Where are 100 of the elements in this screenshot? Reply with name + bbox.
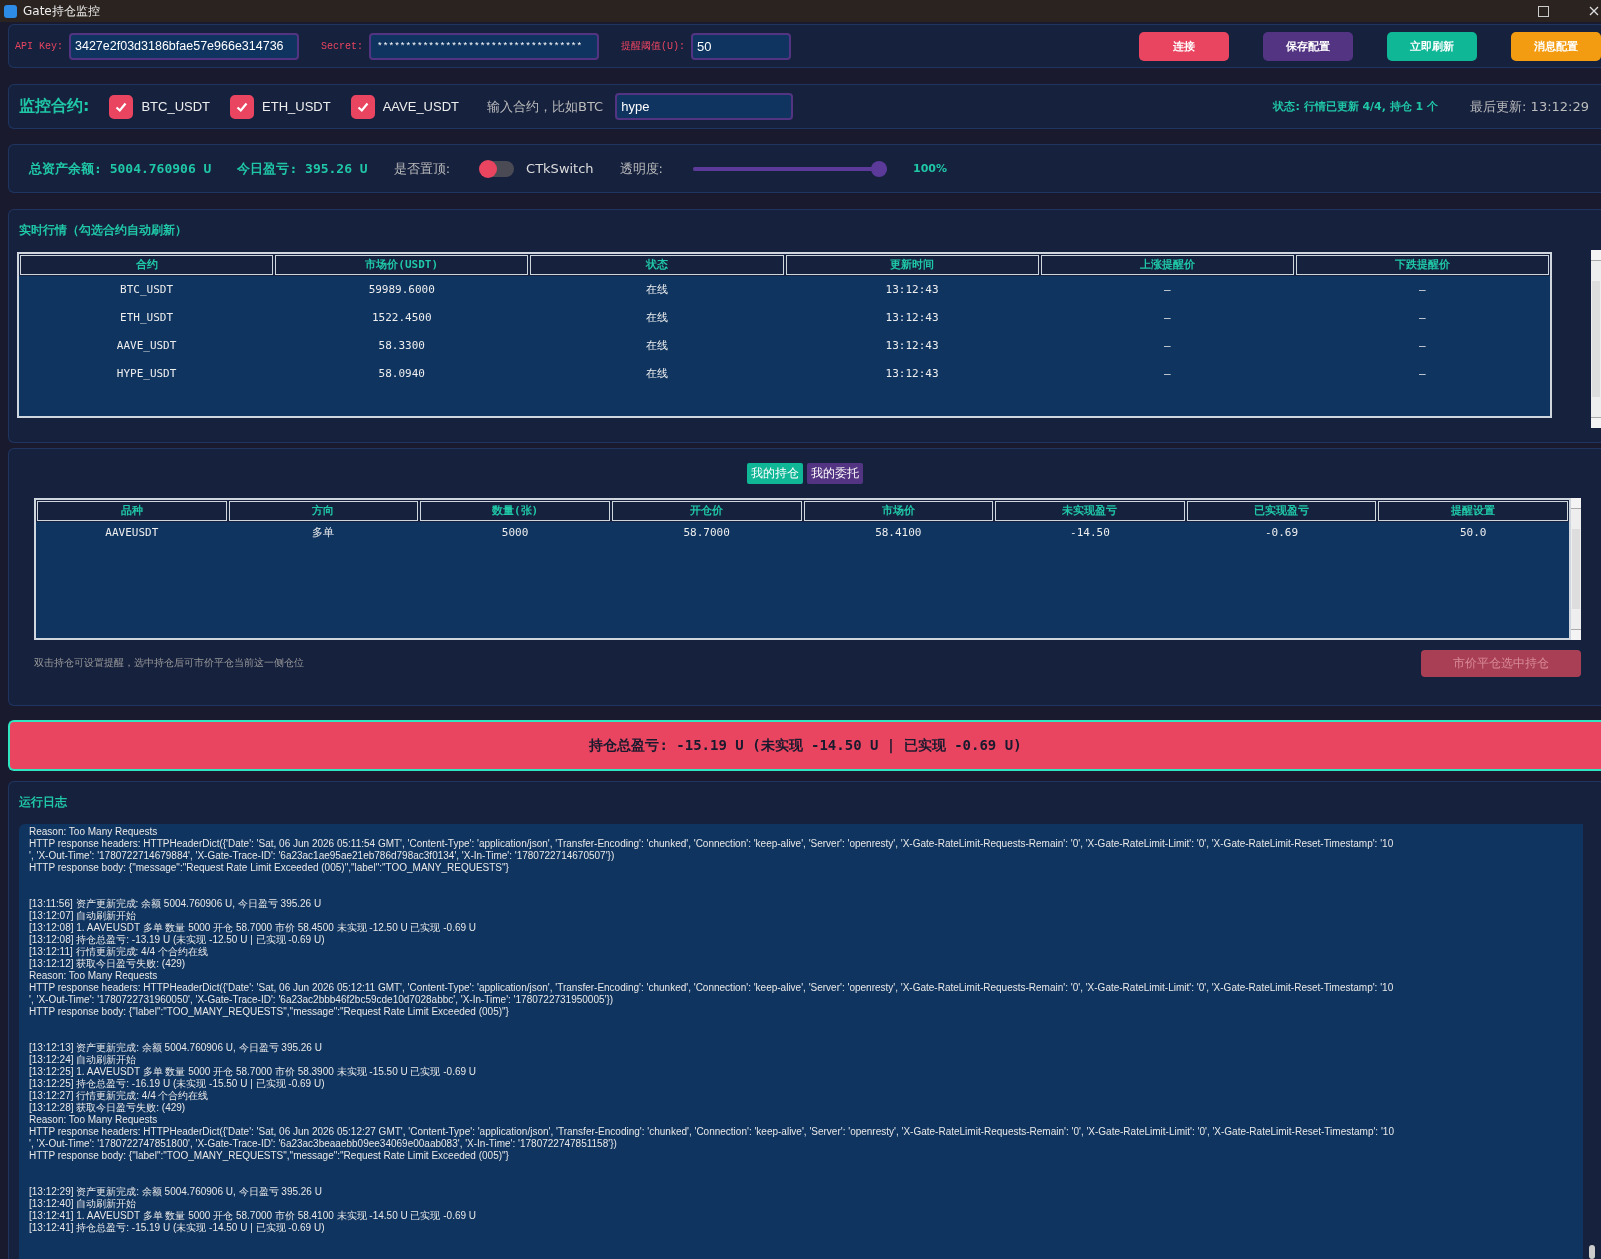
table-cell-text: AAVE_USDT bbox=[115, 338, 178, 354]
table-cell-text: 58.7000 bbox=[682, 525, 731, 541]
table-cell-text: ETH_USDT bbox=[119, 310, 175, 326]
log-line: [13:12:29] 资产更新完成: 余额 5004.760906 U, 今日盈亏 395.26 U bbox=[29, 1186, 323, 1198]
table-cell-text: 13:12:43 bbox=[884, 366, 940, 382]
status-text: 状态: 行情已更新 4/4, 持仓 1 个 bbox=[1273, 99, 1439, 114]
log-line: [13:12:11] 行情更新完成: 4/4 个合约在线 bbox=[29, 946, 209, 958]
table-cell-text: -0.69 bbox=[1264, 525, 1300, 541]
table-cell-text: BTC_USDT bbox=[119, 282, 175, 298]
log-line: [13:12:08] 持仓总盈亏: -13.19 U (未实现 -12.50 U | 已实现 -0.69 U) bbox=[29, 934, 326, 946]
table-cell-text: — bbox=[1418, 366, 1427, 382]
column-header[interactable]: 更新时间 bbox=[785, 255, 1039, 275]
last-update-text: 最后更新: 13:12:29 bbox=[1470, 97, 1589, 116]
log-line: Reason: Too Many Requests bbox=[29, 826, 159, 838]
checkbox[interactable] bbox=[230, 94, 255, 119]
table-cell-text: 5000 bbox=[500, 525, 530, 541]
table-cell-text: — bbox=[1162, 366, 1172, 382]
input-field[interactable]: 50 bbox=[691, 32, 792, 60]
log-line: ', 'X-Out-Time': '1780722731960050', 'X-Gate-Trace-ID': '6a23ac2bbb46f2bc59cde10d7028abbc', 'X-In-Time': '1780722731950005'}) bbox=[29, 994, 615, 1006]
log-line: HTTP response headers: HTTPHeaderDict({'Date': 'Sat, 06 Jun 2026 05:11:54 GMT', 'Content-Type': 'application/json', 'Transfer-Encoding': 'chunked', 'Connection': 'keep-alive', 'Server': 'openresty', 'X-Gate-RateLimit-Requests-Remain': '0', 'X-Gate-RateLimit-Limit': '0', 'X-Gate-RateLimit-Reset-Timestamp': '10 bbox=[29, 838, 1395, 850]
log-line: [13:12:25] 持仓总盈亏: -16.19 U (未实现 -15.50 U | 已实现 -0.69 U) bbox=[29, 1078, 326, 1090]
secret-field[interactable]: ************************************ bbox=[369, 32, 600, 60]
table-cell-text: AAVEUSDT bbox=[104, 525, 160, 541]
table-cell-text: HYPE_USDT bbox=[115, 366, 178, 382]
column-header[interactable]: 下跌提醒价 bbox=[1295, 255, 1549, 275]
table-cell-text: 在线 bbox=[644, 282, 669, 298]
scrollbar-thumb[interactable] bbox=[1589, 1245, 1595, 1259]
log-line: HTTP response headers: HTTPHeaderDict({'Date': 'Sat, 06 Jun 2026 05:12:27 GMT', 'Content-Type': 'application/json', 'Transfer-Encoding': 'chunked', 'Connection': 'keep-alive', 'Server': 'openresty', 'X-Gate-RateLimit-Requests-Remain': '0', 'X-Gate-RateLimit-Limit': '0', 'X-Gate-RateLimit-Reset-Timestamp': '10 bbox=[29, 1126, 1395, 1138]
field-label: API Key: bbox=[15, 40, 63, 52]
column-header[interactable]: 开仓价 bbox=[611, 501, 802, 521]
app-icon bbox=[4, 4, 17, 18]
column-header[interactable]: 方向 bbox=[228, 501, 419, 521]
slider[interactable] bbox=[693, 160, 887, 177]
column-header[interactable]: 提醒设置 bbox=[1378, 501, 1568, 521]
table-cell-text: — bbox=[1162, 338, 1172, 354]
action-button[interactable]: 保存配置 bbox=[1263, 31, 1353, 61]
table-cell-text: — bbox=[1162, 310, 1172, 326]
pin-label: 是否置顶: bbox=[393, 159, 451, 178]
log-line: [13:12:41] 1. AAVEUSDT 多单 数量 5000 开仓 58.7000 市价 58.4100 未实现 -14.50 U 已实现 -0.69 U bbox=[29, 1210, 478, 1222]
table-cell-text: — bbox=[1418, 338, 1427, 354]
log-line: ', 'X-Out-Time': '1780722714679884', 'X-Gate-Trace-ID': '6a23ac1ae95ae21eb786d798ac3f0134', 'X-In-Time': '1780722714670507'}) bbox=[29, 850, 616, 862]
table-cell-text: 1522.4500 bbox=[370, 310, 433, 326]
table-cell-text: 在线 bbox=[644, 310, 669, 326]
log-line: HTTP response headers: HTTPHeaderDict({'Date': 'Sat, 06 Jun 2026 05:12:11 GMT', 'Content-Type': 'application/json', 'Transfer-Encoding': 'chunked', 'Connection': 'keep-alive', 'Server': 'openresty', 'X-Gate-RateLimit-Requests-Remain': '0', 'X-Gate-RateLimit-Limit': '0', 'X-Gate-RateLimit-Reset-Timestamp': '10 bbox=[29, 982, 1395, 994]
log-line: [13:12:27] 行情更新完成: 4/4 个合约在线 bbox=[29, 1090, 210, 1102]
column-header[interactable]: 未实现盈亏 bbox=[995, 501, 1185, 521]
table-cell-text: 13:12:43 bbox=[884, 310, 940, 326]
scrollbar[interactable] bbox=[1591, 250, 1601, 428]
switch-label: CTkSwitch bbox=[526, 161, 594, 176]
total-pnl-banner: 持仓总盈亏: -15.19 U (未实现 -14.50 U | 已实现 -0.69 U) bbox=[8, 720, 1601, 771]
column-header[interactable]: 市场价(USDT) bbox=[275, 255, 529, 275]
field-label: Secret: bbox=[321, 40, 364, 52]
column-header[interactable]: 合约 bbox=[20, 255, 274, 275]
checkbox-label: BTC_USDT bbox=[141, 99, 211, 114]
opacity-label: 透明度: bbox=[619, 159, 663, 178]
table-cell-text: 50.0 bbox=[1458, 525, 1488, 541]
table-cell-text: 在线 bbox=[644, 338, 669, 354]
log-line: Reason: Too Many Requests bbox=[29, 1114, 159, 1126]
table-cell-text: 58.3300 bbox=[377, 338, 426, 354]
scrollbar[interactable] bbox=[1571, 498, 1581, 640]
section-title: 实时行情（勾选合约自动刷新） bbox=[18, 222, 188, 238]
tab[interactable]: 我的委托 bbox=[807, 463, 863, 484]
log-line: ', 'X-Out-Time': '1780722747851800', 'X-Gate-Trace-ID': '6a23ac3beaaebb09ee34069e00aab083', 'X-In-Time': '1780722747851158'}) bbox=[29, 1138, 618, 1150]
toggle-switch[interactable] bbox=[480, 160, 515, 177]
log-line: [13:12:07] 自动刷新开始 bbox=[29, 910, 138, 922]
input-label: 输入合约，比如BTC bbox=[487, 97, 604, 116]
log-line: HTTP response body: {"message":"Request Rate Limit Exceeded (005)","label":"TOO_MANY_REQUESTS"} bbox=[29, 862, 510, 874]
log-line: [13:12:40] 自动刷新开始 bbox=[29, 1198, 138, 1210]
field-label: 提醒阈值(U): bbox=[621, 40, 686, 53]
table-cell-text: 13:12:43 bbox=[884, 282, 940, 298]
table-cell-text: — bbox=[1418, 310, 1427, 326]
balance-text: 总资产余额: 5004.760906 U bbox=[29, 159, 212, 178]
contract-input[interactable]: hype bbox=[615, 93, 794, 120]
pnl-text: 今日盈亏: 395.26 U bbox=[237, 159, 368, 178]
table-cell-text: 58.4100 bbox=[874, 525, 923, 541]
table-cell-text: 58.0940 bbox=[377, 366, 426, 382]
log-line: HTTP response body: {"label":"TOO_MANY_REQUESTS","message":"Request Rate Limit Exceeded (005)"} bbox=[29, 1150, 510, 1162]
column-header[interactable]: 状态 bbox=[530, 255, 784, 275]
table-cell-text: 59989.6000 bbox=[367, 282, 436, 298]
hint-text: 双击持仓可设置提醒，选中持仓后可市价平仓当前这一侧仓位 bbox=[34, 657, 304, 670]
column-header[interactable]: 上涨提醒价 bbox=[1040, 255, 1294, 275]
checkbox[interactable] bbox=[109, 94, 134, 119]
column-header[interactable]: 市场价 bbox=[803, 501, 994, 521]
close-icon[interactable] bbox=[1589, 6, 1599, 16]
maximize-icon[interactable] bbox=[1538, 5, 1549, 17]
checkbox-label: AAVE_USDT bbox=[382, 99, 459, 114]
log-line: [13:12:24] 自动刷新开始 bbox=[29, 1054, 138, 1066]
column-header[interactable]: 已实现盈亏 bbox=[1186, 501, 1377, 521]
checkbox[interactable] bbox=[350, 94, 375, 119]
log-line: [13:12:13] 资产更新完成: 余额 5004.760906 U, 今日盈亏 395.26 U bbox=[29, 1042, 323, 1054]
log-line: [13:12:28] 获取今日盈亏失败: (429) bbox=[29, 1102, 187, 1114]
log-line: [13:12:08] 1. AAVEUSDT 多单 数量 5000 开仓 58.7000 市价 58.4500 未实现 -12.50 U 已实现 -0.69 U bbox=[29, 922, 478, 934]
opacity-reading: 100% bbox=[913, 162, 947, 175]
input-field[interactable]: 3427e2f03d3186bfae57e966e314736 bbox=[69, 32, 299, 60]
column-header[interactable]: 数量(张) bbox=[420, 501, 610, 521]
table-cell-text: 多单 bbox=[311, 525, 336, 541]
table-cell-text: 13:12:43 bbox=[884, 338, 940, 354]
action-button[interactable]: 连接 bbox=[1139, 31, 1229, 61]
log-line: Reason: Too Many Requests bbox=[29, 970, 159, 982]
column-header[interactable]: 品种 bbox=[37, 501, 227, 521]
